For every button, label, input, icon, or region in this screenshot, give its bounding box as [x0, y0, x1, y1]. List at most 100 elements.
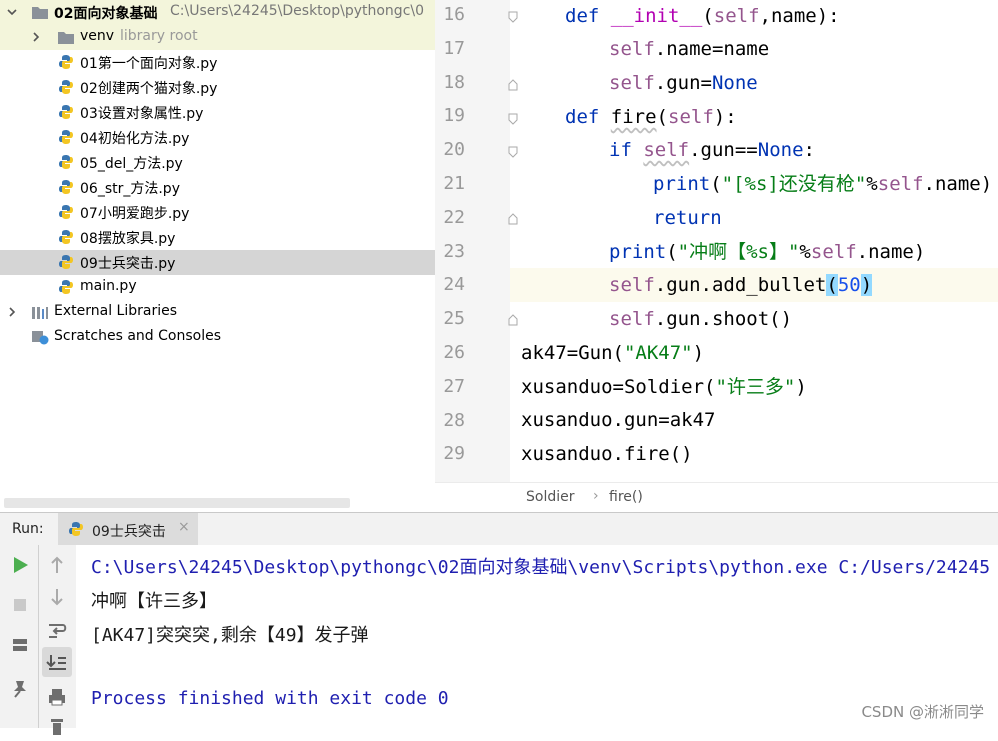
tree-file-item[interactable]: 01第一个面向对象.py	[0, 50, 435, 75]
root-folder-label: 02面向对象基础	[54, 6, 158, 22]
fold-marker-icon[interactable]	[508, 11, 518, 23]
code-line-24: self.gun.add_bullet(50)	[609, 274, 873, 296]
run-tab[interactable]: 09士兵突击 ×	[58, 513, 198, 545]
code-line-29: xusanduo.fire()	[521, 443, 693, 465]
line-number: 22	[443, 206, 465, 228]
python-file-icon	[59, 280, 73, 294]
stop-icon[interactable]	[6, 591, 34, 619]
line-number: 18	[443, 71, 465, 93]
tree-file-label: 02创建两个猫对象.py	[80, 81, 218, 97]
scratches-icon	[32, 331, 49, 345]
python-file-icon	[59, 205, 73, 219]
code-line-28: xusanduo.gun=ak47	[521, 409, 716, 431]
tree-scratches[interactable]: Scratches and Consoles	[0, 325, 435, 350]
python-file-icon	[59, 80, 73, 94]
folder-icon	[32, 7, 48, 19]
tree-root-folder[interactable]: 02面向对象基础 C:\Users\24245\Desktop\pythongc…	[0, 0, 435, 25]
project-tree: 02面向对象基础 C:\Users\24245\Desktop\pythongc…	[0, 0, 435, 512]
python-file-icon	[59, 55, 73, 69]
scroll-to-end-icon	[46, 655, 66, 670]
line-number: 26	[443, 342, 465, 363]
code-line-25: self.gun.shoot()	[609, 308, 793, 330]
tree-file-label: 04初始化方法.py	[80, 131, 190, 147]
breadcrumb-class[interactable]: Soldier	[526, 489, 575, 505]
arrow-down-icon[interactable]	[43, 583, 71, 611]
tree-file-item[interactable]: 06_str_方法.py	[0, 175, 435, 200]
console-output-line: [AK47]突突突,剩余【49】发子弹	[91, 625, 369, 646]
tree-file-item[interactable]: 05_del_方法.py	[0, 150, 435, 175]
tree-file-label: 06_str_方法.py	[80, 181, 180, 197]
tree-file-item[interactable]: 04初始化方法.py	[0, 125, 435, 150]
tree-file-label: 09士兵突击.py	[80, 256, 176, 272]
fold-marker-icon[interactable]	[508, 146, 518, 158]
line-number: 24	[443, 274, 465, 296]
library-icon	[32, 307, 48, 319]
chevron-right-icon[interactable]	[30, 31, 42, 43]
venv-label: venv	[80, 28, 115, 44]
chevron-right-icon[interactable]	[6, 306, 18, 318]
run-tool-header: Run: 09士兵突击 ×	[0, 512, 998, 546]
code-line-18: self.gun=None	[609, 72, 758, 94]
arrow-up-icon[interactable]	[43, 551, 71, 579]
code-line-20: if self.gun==None:	[609, 139, 815, 161]
run-label: Run:	[12, 521, 44, 537]
breadcrumb: Soldier › fire()	[435, 482, 998, 513]
python-file-icon	[59, 255, 73, 269]
code-line-26: ak47=Gun("AK47")	[521, 342, 705, 364]
code-line-21: print("[%s]还没有枪"%self.name)	[653, 173, 993, 195]
tree-file-label: 01第一个面向对象.py	[80, 56, 218, 72]
tree-file-item[interactable]: 03设置对象属性.py	[0, 100, 435, 125]
folder-icon	[58, 32, 74, 44]
tree-file-label: 08摆放家具.py	[80, 231, 176, 247]
tree-file-item[interactable]: 02创建两个猫对象.py	[0, 75, 435, 100]
run-icon[interactable]	[6, 551, 34, 579]
code-editor[interactable]: 16 17 18 19 20 21 22 23 24 25 26 27 28 29 def __init_…	[435, 0, 998, 482]
root-folder-path: C:\Users\24245\Desktop\pythongc\0	[170, 3, 425, 19]
line-number: 25	[443, 308, 465, 330]
line-number: 28	[443, 409, 465, 431]
console-command-line: C:\Users\24245\Desktop\pythongc\02面向对象基础…	[91, 557, 991, 578]
run-console[interactable]: C:\Users\24245\Desktop\pythongc\02面向对象基础…	[76, 545, 998, 728]
run-toolbar	[0, 545, 76, 735]
layout-icon[interactable]	[6, 631, 34, 659]
fold-end-icon[interactable]	[508, 314, 518, 326]
scratches-label: Scratches and Consoles	[54, 328, 221, 344]
venv-hint: library root	[120, 28, 198, 44]
line-number: 29	[443, 443, 465, 465]
chevron-down-icon[interactable]	[6, 6, 18, 18]
fold-end-icon[interactable]	[508, 213, 518, 225]
watermark: CSDN @淅淅同学	[861, 703, 984, 721]
tree-file-label: 05_del_方法.py	[80, 156, 183, 172]
fold-end-icon[interactable]	[508, 79, 518, 91]
tree-file-label: main.py	[80, 278, 137, 294]
tree-horizontal-scrollbar[interactable]	[4, 498, 350, 508]
line-number: 27	[443, 375, 465, 397]
run-tab-label: 09士兵突击	[92, 524, 166, 540]
line-number: 23	[443, 240, 465, 262]
code-line-19: def fire(self):	[565, 106, 737, 128]
close-icon[interactable]: ×	[178, 519, 190, 535]
line-number: 16	[443, 4, 465, 25]
scroll-to-end-button[interactable]	[42, 647, 72, 677]
code-line-23: print("冲啊【%s】"%self.name)	[609, 241, 926, 263]
external-libraries-label: External Libraries	[54, 303, 177, 319]
tree-file-label: 07小明爱跑步.py	[80, 206, 190, 222]
python-file-icon	[59, 130, 73, 144]
tree-file-item[interactable]: 09士兵突击.py	[0, 250, 435, 275]
tree-external-libraries[interactable]: External Libraries	[0, 300, 435, 325]
fold-marker-icon[interactable]	[508, 113, 518, 125]
console-output-line: 冲啊【许三多】	[91, 591, 217, 612]
tree-venv-folder[interactable]: venv library root	[0, 25, 435, 50]
trash-icon[interactable]	[43, 713, 71, 741]
tree-file-item[interactable]: main.py	[0, 275, 435, 300]
tree-file-item[interactable]: 07小明爱跑步.py	[0, 200, 435, 225]
pin-icon[interactable]	[6, 673, 34, 701]
python-icon	[69, 522, 83, 536]
breadcrumb-method[interactable]: fire()	[609, 489, 643, 505]
breadcrumb-separator-icon: ›	[593, 488, 599, 504]
line-number: 19	[443, 105, 465, 127]
tree-file-item[interactable]: 08摆放家具.py	[0, 225, 435, 250]
print-icon[interactable]	[43, 683, 71, 711]
code-line-16: def __init__(self,name):	[565, 5, 840, 27]
soft-wrap-icon[interactable]	[43, 617, 71, 645]
